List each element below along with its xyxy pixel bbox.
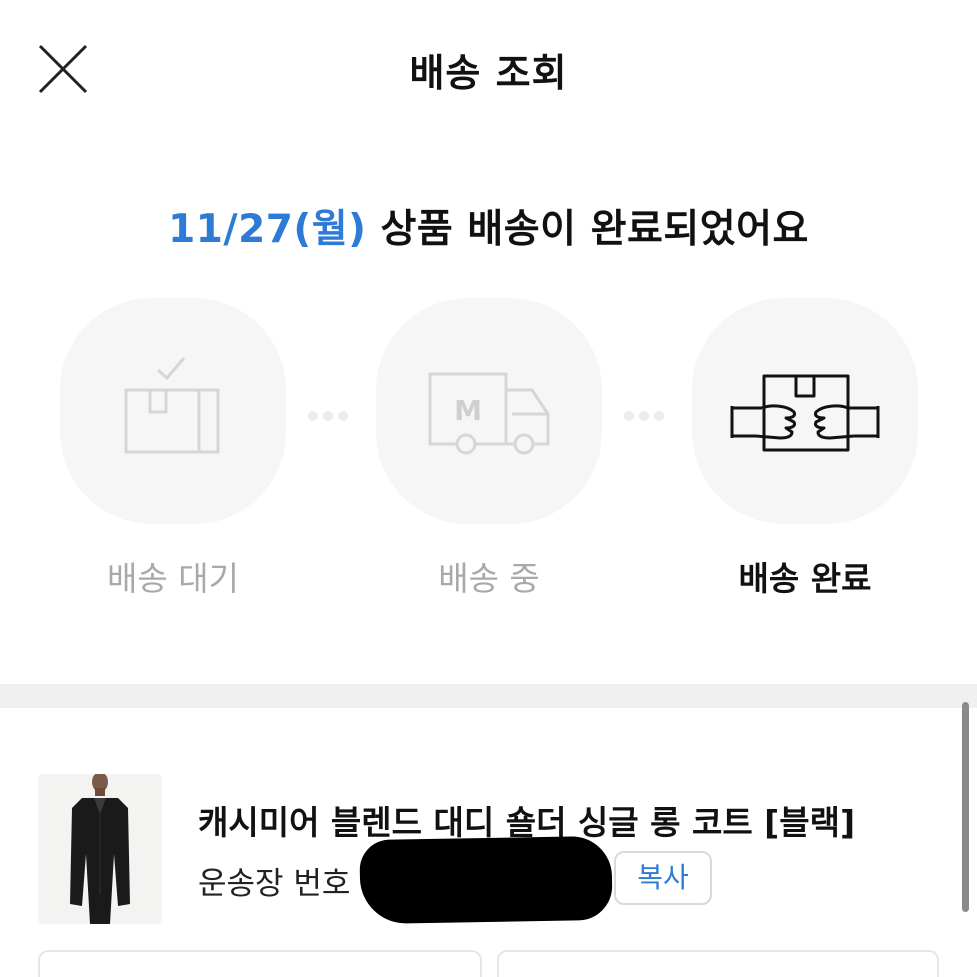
step-in-transit: M (376, 298, 602, 524)
delivery-truck-icon: M (428, 372, 550, 455)
box-check-icon (124, 357, 220, 454)
truck-logo-letter: M (454, 394, 482, 427)
step-label-in-transit: 배송 중 (438, 559, 540, 598)
delivery-status-message: 11/27(월) 상품 배송이 완료되었어요 (0, 198, 977, 254)
scrollbar[interactable] (962, 702, 969, 912)
header: 배송 조회 (0, 0, 977, 130)
action-card-right[interactable] (497, 950, 939, 977)
delivery-date: 11/27(월) (168, 207, 367, 252)
step-connector (624, 406, 674, 421)
copy-button[interactable]: 복사 (614, 851, 712, 905)
page-title: 배송 조회 (409, 51, 568, 95)
hands-box-icon (730, 374, 880, 452)
step-waiting (60, 298, 286, 524)
step-label-delivered: 배송 완료 (738, 559, 872, 598)
step-connector (308, 406, 358, 421)
tracking-number-label: 운송장 번호 5 (198, 866, 381, 902)
step-delivered (692, 298, 918, 524)
redacted-tracking-number (359, 835, 613, 925)
section-divider (0, 684, 977, 708)
step-label-waiting: 배송 대기 (107, 559, 239, 598)
product-thumbnail[interactable] (38, 774, 162, 924)
coat-image (38, 774, 162, 924)
status-text: 상품 배송이 완료되었어요 (366, 207, 809, 252)
action-card-left[interactable] (38, 950, 482, 977)
